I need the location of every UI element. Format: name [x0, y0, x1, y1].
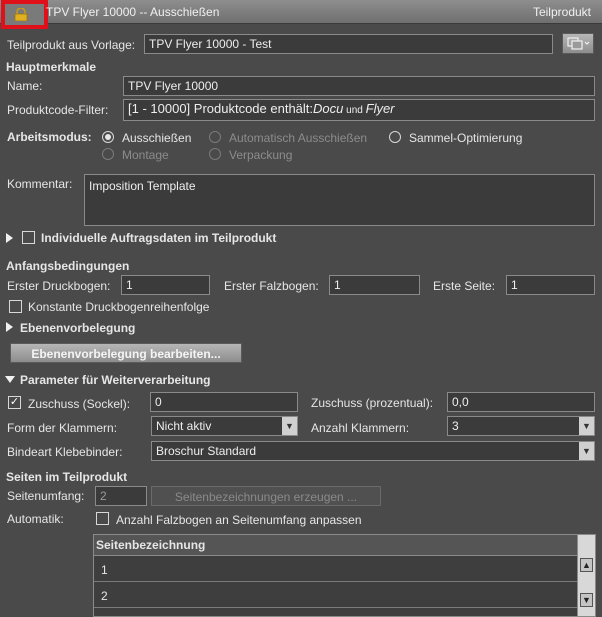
seitenbezeichnung-table: Seitenbezeichnung 1 2 ▲ ▼ [93, 534, 596, 617]
bindeart-label: Bindeart Klebebinder: [7, 445, 123, 459]
erste-seite-field[interactable]: 1 [506, 275, 595, 295]
radio-sammel-optimierung-label: Sammel-Optimierung [409, 131, 523, 145]
anzahl-klammern-select[interactable]: 3 ▼ [447, 416, 595, 436]
falzbogen-anpassen-label: Anzahl Falzbogen an Seitenumfang anpasse… [116, 513, 362, 527]
anfangsbedingungen-heading: Anfangsbedingungen [6, 259, 130, 273]
scroll-up-icon[interactable]: ▲ [580, 558, 593, 572]
kommentar-label: Kommentar: [7, 177, 73, 191]
auftragsdaten-label: Individuelle Auftragsdaten im Teilproduk… [41, 231, 277, 245]
produktcode-filter-field[interactable]: [1 - 10000] Produktcode enthält:Docu und… [123, 99, 595, 121]
radio-automatisch-ausschiessen-label: Automatisch Ausschießen [229, 131, 368, 145]
arbeitsmodus-label: Arbeitsmodus: [7, 130, 92, 144]
ebenenvorbelegung-button[interactable]: Ebenenvorbelegung bearbeiten... [10, 343, 242, 363]
zuschuss-sockel-label: Zuschuss (Sockel): [28, 397, 131, 411]
kommentar-field[interactable]: Imposition Template [84, 174, 595, 226]
erster-druckbogen-field[interactable]: 1 [121, 275, 210, 295]
hauptmerkmale-heading: Hauptmerkmale [6, 60, 97, 74]
table-row[interactable]: 2 [94, 583, 578, 608]
scroll-down-icon[interactable]: ▼ [580, 593, 593, 607]
zuschuss-sockel-field[interactable]: 0 [150, 392, 298, 412]
radio-sammel-optimierung[interactable] [389, 131, 401, 143]
radio-montage[interactable] [102, 148, 114, 160]
anzahl-klammern-value: 3 [452, 419, 459, 433]
radio-ausschiessen-label: Ausschießen [122, 131, 192, 145]
name-label: Name: [7, 79, 43, 93]
radio-ausschiessen[interactable] [102, 131, 114, 143]
bindeart-select[interactable]: Broschur Standard ▼ [151, 441, 595, 461]
falzbogen-anpassen-checkbox[interactable] [96, 512, 109, 525]
filter-and: und [343, 105, 366, 116]
radio-montage-label: Montage [122, 148, 169, 162]
radio-verpackung-label: Verpackung [229, 148, 293, 162]
filter-prefix: [1 - 10000] Produktcode enthält: [128, 101, 314, 116]
zuschuss-prozentual-label: Zuschuss (prozentual): [311, 396, 434, 410]
radio-verpackung[interactable] [209, 148, 221, 160]
table-row[interactable]: 1 [94, 557, 578, 582]
window-title: TPV Flyer 10000 -- Ausschießen [46, 5, 220, 19]
collapse-weiterverarbeitung-icon[interactable] [5, 376, 15, 383]
radio-automatisch-ausschiessen[interactable] [209, 131, 221, 143]
expand-ebenen-icon[interactable] [6, 322, 13, 332]
lock-icon [14, 8, 28, 21]
auftragsdaten-checkbox[interactable] [22, 231, 35, 244]
zuschuss-sockel-checkbox[interactable]: ✓ [8, 396, 21, 409]
produktcode-filter-label: Produktcode-Filter: [7, 103, 109, 117]
form-klammern-select[interactable]: Nicht aktiv ▼ [151, 416, 298, 436]
seiten-heading: Seiten im Teilprodukt [6, 470, 128, 484]
table-header: Seitenbezeichnung [94, 535, 578, 556]
name-field[interactable]: TPV Flyer 10000 [123, 76, 595, 96]
template-label: Teilprodukt aus Vorlage: [7, 38, 136, 52]
template-field[interactable]: TPV Flyer 10000 - Test [144, 34, 553, 54]
ebenenvorbelegung-heading: Ebenenvorbelegung [20, 321, 136, 335]
erste-seite-label: Erste Seite: [433, 279, 496, 293]
seitenumfang-label: Seitenumfang: [7, 489, 85, 503]
table-scrollbar[interactable]: ▲ ▼ [577, 535, 595, 616]
form-klammern-value: Nicht aktiv [156, 419, 212, 433]
konstante-reihenfolge-checkbox[interactable] [9, 300, 22, 313]
filter-term-2: Flyer [365, 101, 395, 116]
zuschuss-prozentual-field[interactable]: 0,0 [447, 392, 595, 412]
copy-window-button[interactable] [562, 33, 594, 54]
chevron-down-icon: ▼ [282, 417, 297, 435]
expand-auftragsdaten-icon[interactable] [6, 233, 13, 243]
weiterverarbeitung-heading: Parameter für Weiterverarbeitung [20, 373, 211, 387]
filter-term-1: Docu [313, 101, 344, 116]
automatik-label: Automatik: [7, 512, 64, 526]
copy-window-icon [567, 37, 590, 50]
erster-falzbogen-field[interactable]: 1 [329, 275, 420, 295]
chevron-down-icon: ▼ [579, 442, 594, 460]
erster-druckbogen-label: Erster Druckbogen: [7, 279, 111, 293]
erster-falzbogen-label: Erster Falzbogen: [224, 279, 319, 293]
bindeart-value: Broschur Standard [156, 444, 257, 458]
seitenbezeichnungen-erzeugen-button[interactable]: Seitenbezeichnungen erzeugen ... [151, 486, 381, 506]
chevron-down-icon: ▼ [579, 417, 594, 435]
window-category: Teilprodukt [532, 5, 591, 19]
form-klammern-label: Form der Klammern: [7, 421, 118, 435]
seitenumfang-field[interactable]: 2 [95, 486, 147, 506]
lock-button[interactable] [1, 0, 48, 29]
anzahl-klammern-label: Anzahl Klammern: [311, 421, 410, 435]
konstante-reihenfolge-label: Konstante Druckbogenreihenfolge [28, 300, 210, 314]
